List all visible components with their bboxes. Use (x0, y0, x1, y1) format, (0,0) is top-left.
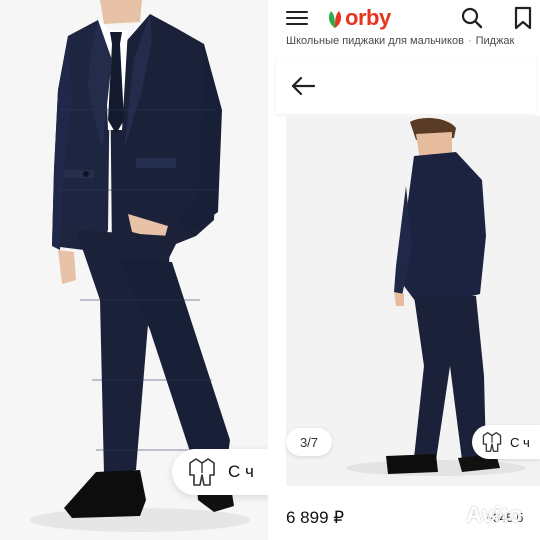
breadcrumb-item[interactable]: Пиджак (476, 35, 515, 47)
product-price: 6 899 ₽ (286, 508, 345, 527)
app-header: orby (272, 0, 540, 36)
suit-icon (189, 458, 215, 486)
breadcrumb-item[interactable]: Школьные пиджаки для мальчиков (286, 35, 464, 47)
image-counter: 3/7 (286, 428, 332, 456)
app-screen: orby Школьные пиджаки для мальчиков · Пидж… (272, 0, 540, 540)
breadcrumb-separator: · (467, 35, 472, 47)
avito-logo-icon (433, 503, 460, 526)
virtual-fitting-label: С ч (228, 462, 254, 481)
gallery-toolbar (276, 58, 536, 114)
menu-icon[interactable] (286, 10, 308, 26)
suit-icon (482, 432, 502, 452)
breadcrumb: Школьные пиджаки для мальчиков · Пиджак (286, 34, 540, 48)
product-photo-panel: С ч (0, 0, 268, 540)
logo-text: orby (345, 5, 391, 30)
watermark-text: Avito (466, 502, 523, 527)
virtual-fitting-button[interactable]: С ч (172, 449, 268, 495)
virtual-fitting-label: С ч (510, 434, 530, 450)
bookmark-icon[interactable] (512, 6, 534, 30)
avito-watermark: Avito (430, 502, 523, 528)
virtual-fitting-button[interactable]: С ч (472, 425, 540, 459)
arrow-left-icon[interactable] (290, 75, 316, 97)
leaf-logo-icon (328, 11, 342, 28)
store-logo[interactable]: orby (326, 4, 391, 32)
search-icon[interactable] (460, 6, 484, 30)
